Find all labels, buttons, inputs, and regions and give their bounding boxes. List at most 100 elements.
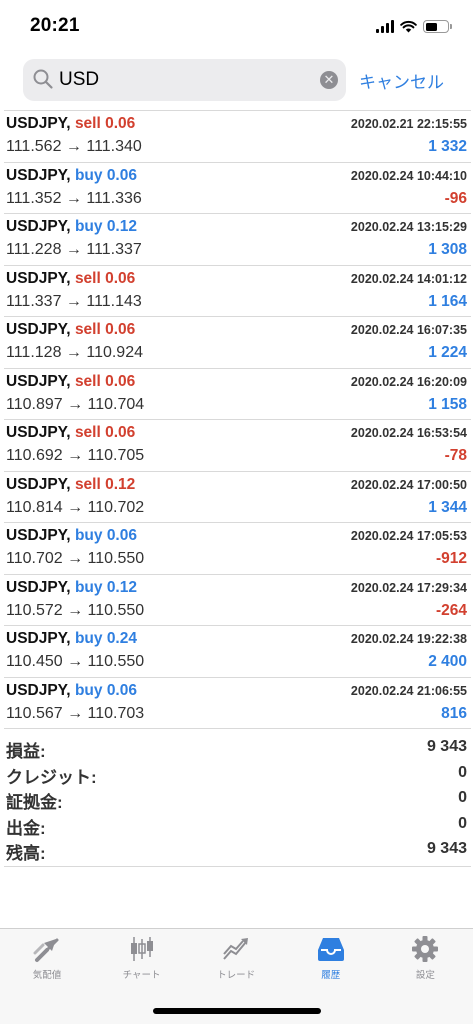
summary-row: 損益: 9 343 (4, 735, 471, 761)
side-label: buy (74, 578, 103, 596)
summary-row: 残高: 9 343 (4, 837, 471, 863)
tab-quotes[interactable]: 気配値 (0, 935, 94, 991)
trade-row[interactable]: USDJPY, sell 0.06 2020.02.24 16:20:09 110.… (4, 369, 471, 420)
side-label: sell (74, 372, 101, 390)
trade-symbol: USDJPY, sell 0.06 (6, 270, 135, 288)
trade-side: sell 0.06 (75, 321, 135, 338)
trade-row[interactable]: USDJPY, buy 0.06 2020.02.24 21:06:55 110.5… (4, 678, 471, 729)
trade-prices: 111.337 → 111.143 (6, 292, 142, 310)
trade-profit: 1 224 (428, 344, 467, 361)
search-icon (33, 69, 53, 89)
trade-row[interactable]: USDJPY, buy 0.24 2020.02.24 19:22:38 110.4… (4, 626, 471, 678)
trade-side: sell 0.06 (75, 270, 135, 287)
symbol-label: USDJPY, (6, 321, 71, 338)
side-label: buy (74, 681, 103, 699)
trade-time: 2020.02.24 17:00:50 (350, 477, 467, 492)
trade-profit: 1 164 (428, 292, 467, 310)
trade-side: buy 0.06 (75, 167, 137, 184)
tab-history[interactable]: 履歴 (284, 935, 378, 991)
cancel-button[interactable]: キャンセル (359, 68, 444, 93)
trade-side: sell 0.06 (75, 115, 135, 132)
side-label: sell (74, 269, 101, 287)
trade-symbol: USDJPY, sell 0.06 (6, 115, 135, 133)
side-label: sell (74, 115, 101, 132)
cellular-signal-icon (376, 20, 394, 33)
search-input[interactable] (59, 59, 309, 101)
tab-label: チャート (122, 970, 161, 981)
tab-trade[interactable]: トレード (189, 935, 283, 991)
trade-row[interactable]: USDJPY, buy 0.06 2020.02.24 17:05:53 110.7… (4, 523, 471, 575)
trade-time: 2020.02.24 16:07:35 (350, 323, 467, 337)
trade-side: buy 0.12 (75, 218, 137, 235)
trade-time: 2020.02.24 19:22:38 (350, 632, 467, 646)
trade-symbol: USDJPY, sell 0.06 (6, 373, 135, 391)
trade-time: 2020.02.24 17:05:53 (350, 529, 467, 543)
lots-label: 0.06 (105, 372, 136, 390)
trade-row[interactable]: USDJPY, sell 0.06 2020.02.24 16:53:54 110.… (4, 420, 471, 472)
settings-icon (378, 935, 472, 963)
tab-settings[interactable]: 設定 (378, 935, 472, 991)
trade-prices: 110.897 → 110.704 (6, 395, 145, 413)
summary-row: 証拠金: 0 (4, 786, 471, 812)
symbol-label: USDJPY, (6, 218, 71, 235)
trade-row[interactable]: USDJPY, sell 0.12 2020.02.24 17:00:50 110.… (4, 472, 471, 523)
tab-label: 履歴 (321, 970, 341, 981)
lots-label: 0.12 (106, 218, 137, 235)
summary-row: クレジット: 0 (4, 761, 471, 787)
lots-label: 0.12 (106, 578, 137, 596)
summary-value: 0 (458, 763, 467, 781)
trade-time: 2020.02.24 10:44:10 (350, 168, 467, 183)
trade-row[interactable]: USDJPY, sell 0.06 2020.02.24 14:01:12 111.… (4, 266, 471, 317)
trade-time: 2020.02.24 21:06:55 (350, 683, 467, 698)
trade-symbol: USDJPY, buy 0.06 (6, 527, 137, 545)
trade-history-list: USDJPY, sell 0.06 2020.02.21 22:15:55 111.… (4, 110, 471, 729)
trade-prices: 111.128 → 110.924 (6, 344, 143, 361)
symbol-label: USDJPY, (6, 475, 71, 493)
trade-symbol: USDJPY, buy 0.24 (6, 630, 137, 648)
trade-profit: 2 400 (428, 653, 467, 670)
trade-row[interactable]: USDJPY, buy 0.12 2020.02.24 17:29:34 110.5… (4, 575, 471, 626)
trade-side: buy 0.06 (75, 682, 137, 699)
trade-symbol: USDJPY, sell 0.12 (6, 476, 135, 494)
trade-profit: 816 (441, 704, 467, 722)
side-label: sell (74, 475, 101, 493)
trade-side: sell 0.12 (75, 476, 135, 493)
trade-profit: 1 344 (428, 498, 467, 516)
lots-label: 0.06 (105, 424, 136, 441)
trade-time: 2020.02.24 16:20:09 (350, 374, 467, 389)
trade-row[interactable]: USDJPY, sell 0.06 2020.02.24 16:07:35 111.… (4, 317, 471, 369)
trade-profit: 1 308 (428, 241, 467, 258)
trade-prices: 111.352 → 111.336 (6, 189, 142, 207)
search-bar: ✕ キャンセル (0, 55, 473, 105)
trade-side: sell 0.06 (75, 373, 135, 390)
tab-label: 気配値 (32, 970, 62, 981)
tab-label: 設定 (415, 970, 435, 981)
trade-symbol: USDJPY, buy 0.06 (6, 682, 137, 700)
home-indicator[interactable] (153, 1008, 321, 1014)
summary-label: 残高: (6, 844, 46, 863)
trade-side: buy 0.24 (75, 630, 137, 647)
symbol-label: USDJPY, (6, 578, 71, 596)
lots-label: 0.06 (105, 269, 136, 287)
symbol-label: USDJPY, (6, 681, 71, 699)
trade-row[interactable]: USDJPY, buy 0.12 2020.02.24 13:15:29 111.2… (4, 214, 471, 266)
lots-label: 0.06 (106, 527, 137, 544)
trade-prices: 110.814 → 110.702 (6, 498, 145, 516)
chart-icon (95, 935, 189, 963)
tab-chart[interactable]: チャート (95, 935, 189, 991)
trade-profit: 1 332 (428, 138, 467, 155)
symbol-label: USDJPY, (6, 527, 71, 544)
history-icon (284, 935, 378, 963)
clear-search-icon[interactable]: ✕ (320, 71, 338, 89)
summary-label: クレジット: (6, 767, 97, 787)
trade-row[interactable]: USDJPY, buy 0.06 2020.02.24 10:44:10 111.3… (4, 163, 471, 214)
trade-symbol: USDJPY, sell 0.06 (6, 321, 135, 339)
trade-symbol: USDJPY, buy 0.12 (6, 579, 137, 597)
trade-prices: 110.572 → 110.550 (6, 601, 145, 619)
trade-row[interactable]: USDJPY, sell 0.06 2020.02.21 22:15:55 111.… (4, 111, 471, 163)
trade-side: buy 0.12 (75, 579, 137, 596)
summary-value: 9 343 (426, 738, 467, 755)
search-field[interactable]: ✕ (23, 59, 346, 101)
lots-label: 0.06 (106, 681, 137, 699)
symbol-label: USDJPY, (6, 269, 71, 287)
